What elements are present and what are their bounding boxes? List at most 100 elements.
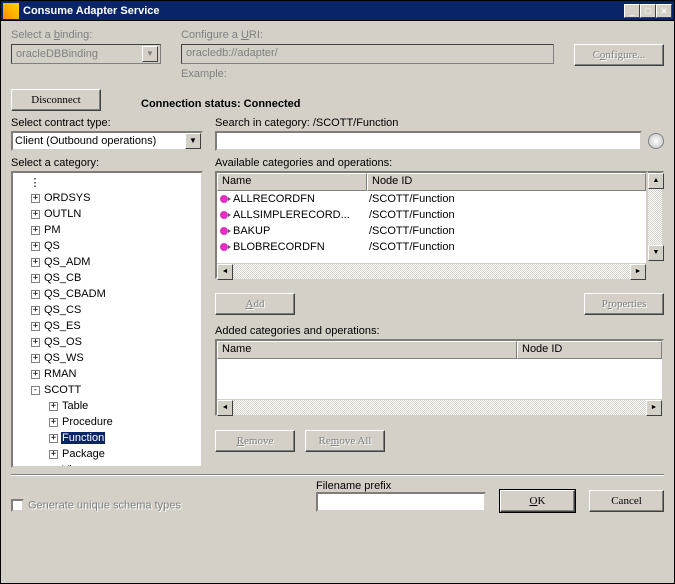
column-nodeid[interactable]: Node ID bbox=[367, 173, 646, 191]
configure-uri-label: Configure a URI: bbox=[181, 29, 554, 41]
tree-item[interactable]: +OUTLN bbox=[14, 206, 200, 222]
plus-icon[interactable]: + bbox=[49, 450, 58, 459]
tree-item[interactable]: +PM bbox=[14, 222, 200, 238]
list-item[interactable]: ALLRECORDFN/SCOTT/Function bbox=[217, 191, 646, 207]
example-label: Example: bbox=[181, 68, 554, 80]
plus-icon[interactable]: + bbox=[31, 306, 40, 315]
binding-value: oracleDBBinding bbox=[16, 48, 98, 60]
function-icon bbox=[217, 211, 231, 219]
available-label: Available categories and operations: bbox=[215, 157, 392, 169]
plus-icon[interactable]: + bbox=[31, 354, 40, 363]
tree-label: PM bbox=[43, 224, 62, 236]
tree-label: OUTLN bbox=[43, 208, 82, 220]
scroll-up-icon[interactable]: ▲ bbox=[648, 173, 664, 189]
plus-icon[interactable]: + bbox=[31, 274, 40, 283]
tree-label: QS_WS bbox=[43, 352, 85, 364]
tree-item[interactable]: +Table bbox=[14, 398, 200, 414]
minimize-button[interactable]: _ bbox=[624, 4, 640, 18]
remove-button[interactable]: Remove bbox=[215, 430, 295, 452]
list-item[interactable]: BAKUP/SCOTT/Function bbox=[217, 223, 646, 239]
tree-label: ORDSYS bbox=[43, 192, 91, 204]
scroll-left-icon[interactable]: ◄ bbox=[217, 264, 233, 280]
tree-label: Package bbox=[61, 448, 106, 460]
tree-label: View bbox=[61, 464, 87, 468]
plus-icon[interactable]: + bbox=[31, 226, 40, 235]
plus-icon[interactable]: + bbox=[31, 338, 40, 347]
maximize-button[interactable]: □ bbox=[640, 4, 656, 18]
list-item[interactable]: BLOBRECORDFN/SCOTT/Function bbox=[217, 239, 646, 255]
tree-label: QS_OS bbox=[43, 336, 83, 348]
select-binding-label: Select a binding: bbox=[11, 29, 161, 41]
category-tree[interactable]: ⋮+ORDSYS+OUTLN+PM+QS+QS_ADM+QS_CB+QS_CBA… bbox=[11, 171, 203, 468]
plus-icon[interactable]: + bbox=[31, 242, 40, 251]
tree-label: QS_CB bbox=[43, 272, 82, 284]
plus-icon[interactable]: + bbox=[31, 322, 40, 331]
tree-item[interactable]: +Package bbox=[14, 446, 200, 462]
binding-combo[interactable]: oracleDBBinding ▼ bbox=[11, 44, 161, 64]
tree-item[interactable]: +RMAN bbox=[14, 366, 200, 382]
scroll-left-icon[interactable]: ◄ bbox=[217, 400, 233, 416]
column-name[interactable]: Name bbox=[217, 173, 367, 191]
added-list[interactable]: Name Node ID ◄ ► bbox=[215, 339, 664, 416]
tree-item[interactable]: +Procedure bbox=[14, 414, 200, 430]
tree-item[interactable]: +ORDSYS bbox=[14, 190, 200, 206]
plus-icon[interactable]: + bbox=[49, 418, 58, 427]
add-button[interactable]: Add bbox=[215, 293, 295, 315]
tree-item[interactable]: +QS_ADM bbox=[14, 254, 200, 270]
minus-icon[interactable]: - bbox=[31, 386, 40, 395]
available-list[interactable]: Name Node ID ALLRECORDFN/SCOTT/FunctionA… bbox=[215, 171, 648, 279]
contract-combo[interactable]: Client (Outbound operations) ▼ bbox=[11, 131, 203, 151]
filename-prefix-input[interactable] bbox=[316, 492, 486, 512]
scroll-down-icon[interactable]: ▼ bbox=[648, 245, 664, 261]
ok-button[interactable]: OK bbox=[500, 490, 575, 512]
search-button[interactable] bbox=[648, 133, 664, 149]
tree-item[interactable]: +QS_WS bbox=[14, 350, 200, 366]
plus-icon[interactable]: + bbox=[31, 290, 40, 299]
window-title: Consume Adapter Service bbox=[23, 5, 624, 17]
connection-status: Connection status: Connected bbox=[141, 98, 301, 110]
plus-icon[interactable]: + bbox=[31, 210, 40, 219]
search-input[interactable] bbox=[215, 131, 642, 151]
chevron-down-icon: ▼ bbox=[142, 46, 158, 62]
gen-unique-checkbox[interactable]: Generate unique schema types bbox=[11, 499, 181, 512]
chevron-down-icon: ▼ bbox=[185, 133, 201, 149]
tree-item[interactable]: +QS bbox=[14, 238, 200, 254]
scroll-right-icon[interactable]: ► bbox=[646, 400, 662, 416]
filename-prefix-label: Filename prefix bbox=[316, 480, 486, 492]
plus-icon[interactable]: + bbox=[49, 434, 58, 443]
close-button[interactable]: ✕ bbox=[656, 4, 672, 18]
scrollbar-horizontal[interactable]: ◄ ► bbox=[217, 399, 662, 415]
tree-label: QS_ES bbox=[43, 320, 82, 332]
tree-item[interactable]: +Function bbox=[14, 430, 200, 446]
tree-item[interactable]: +QS_CBADM bbox=[14, 286, 200, 302]
column-name[interactable]: Name bbox=[217, 341, 517, 359]
cancel-button[interactable]: Cancel bbox=[589, 490, 664, 512]
function-icon bbox=[217, 227, 231, 235]
tree-item[interactable]: +QS_ES bbox=[14, 318, 200, 334]
search-category-label: Search in category: /SCOTT/Function bbox=[215, 117, 398, 129]
tree-label: QS bbox=[43, 240, 61, 252]
tree-label: SCOTT bbox=[43, 384, 82, 396]
tree-label: RMAN bbox=[43, 368, 77, 380]
scrollbar-vertical[interactable]: ▲ ▼ bbox=[648, 171, 664, 279]
titlebar[interactable]: Consume Adapter Service _ □ ✕ bbox=[1, 1, 674, 21]
plus-icon[interactable]: + bbox=[31, 370, 40, 379]
scrollbar-horizontal[interactable]: ◄ ► bbox=[217, 263, 646, 279]
disconnect-button[interactable]: Disconnect bbox=[11, 89, 101, 111]
properties-button[interactable]: Properties bbox=[584, 293, 664, 315]
tree-label: Procedure bbox=[61, 416, 114, 428]
scroll-right-icon[interactable]: ► bbox=[630, 264, 646, 280]
plus-icon[interactable]: + bbox=[31, 258, 40, 267]
tree-item[interactable]: +QS_CB bbox=[14, 270, 200, 286]
column-nodeid[interactable]: Node ID bbox=[517, 341, 662, 359]
plus-icon[interactable]: + bbox=[49, 466, 58, 469]
list-item[interactable]: ALLSIMPLERECORD.../SCOTT/Function bbox=[217, 207, 646, 223]
tree-item[interactable]: +QS_OS bbox=[14, 334, 200, 350]
tree-item[interactable]: +View bbox=[14, 462, 200, 468]
tree-item[interactable]: -SCOTT bbox=[14, 382, 200, 398]
remove-all-button[interactable]: Remove All bbox=[305, 430, 385, 452]
plus-icon[interactable]: + bbox=[31, 194, 40, 203]
plus-icon[interactable]: + bbox=[49, 402, 58, 411]
configure-button[interactable]: Configure... bbox=[574, 44, 664, 66]
tree-item[interactable]: +QS_CS bbox=[14, 302, 200, 318]
